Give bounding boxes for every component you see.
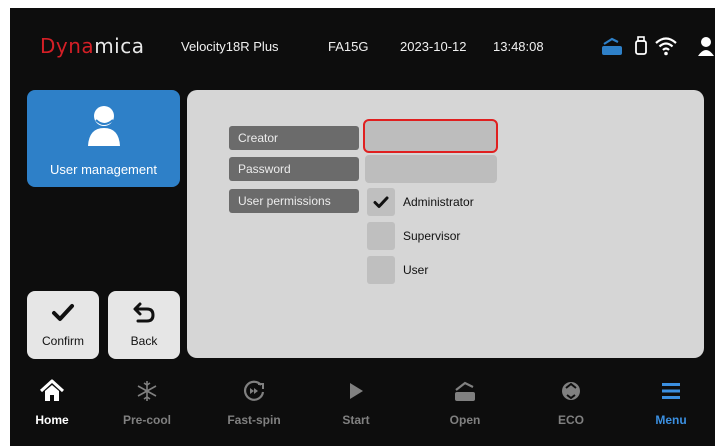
wifi-icon [655, 37, 677, 56]
nav-start-label: Start [342, 413, 370, 427]
confirm-label: Confirm [41, 334, 84, 348]
back-button[interactable]: Back [108, 291, 180, 359]
user-management-label: User management [50, 162, 157, 177]
nav-eco[interactable]: ECO [526, 378, 616, 438]
lid-open-icon [455, 381, 475, 401]
time-display: 13:48:08 [493, 39, 544, 54]
administrator-checkbox[interactable] [367, 188, 395, 216]
nav-fast-spin-label: Fast-spin [227, 413, 281, 427]
user-management-icon [88, 106, 120, 146]
nav-open[interactable]: Open [420, 378, 510, 438]
nav-eco-label: ECO [557, 413, 584, 427]
menu-icon [662, 383, 680, 399]
user-label: User [403, 263, 429, 277]
brand-logo: Dynamica [40, 34, 144, 58]
logo-text-2: na [68, 34, 95, 58]
usb-icon [635, 36, 647, 55]
eco-icon [562, 382, 580, 400]
user-icon [698, 37, 714, 56]
checkmark-icon [52, 304, 74, 321]
supervisor-checkbox[interactable] [367, 222, 395, 250]
nav-home[interactable]: Home [10, 378, 97, 438]
nav-start[interactable]: Start [311, 378, 401, 438]
administrator-label: Administrator [403, 195, 474, 209]
back-label: Back [130, 334, 158, 348]
creator-label: Creator [229, 126, 359, 150]
checkmark-icon [373, 196, 389, 208]
play-icon [350, 383, 363, 399]
nav-fast-spin[interactable]: Fast-spin [209, 378, 299, 438]
nav-pre-cool-label: Pre-cool [122, 413, 171, 427]
back-arrow-icon [133, 302, 155, 323]
home-icon [39, 379, 65, 401]
date-display: 2023-10-12 [400, 39, 467, 54]
confirm-button[interactable]: Confirm [27, 291, 99, 359]
nav-open-label: Open [449, 413, 481, 427]
creator-input[interactable] [363, 119, 498, 153]
user-management-button[interactable]: User management [27, 90, 180, 187]
lid-open-icon [602, 37, 622, 55]
device-screen: Dynamica Velocity18R Plus FA15G 2023-10-… [10, 8, 715, 446]
nav-pre-cool[interactable]: Pre-cool [102, 378, 192, 438]
supervisor-label: Supervisor [403, 229, 461, 243]
logo-text-3: mica [94, 34, 145, 58]
nav-menu-label: Menu [655, 413, 687, 427]
logo-text-1: Dy [40, 34, 69, 58]
password-input[interactable] [365, 155, 497, 183]
user-form-panel: Creator Password User permissions Admini… [187, 90, 704, 358]
rotor-name: FA15G [328, 39, 369, 54]
permissions-label: User permissions [229, 189, 359, 213]
password-label: Password [229, 157, 359, 181]
snowflake-icon [137, 381, 157, 401]
nav-menu[interactable]: Menu [626, 378, 715, 438]
nav-home-label: Home [35, 413, 69, 427]
user-checkbox[interactable] [367, 256, 395, 284]
status-bar: Dynamica Velocity18R Plus FA15G 2023-10-… [10, 8, 715, 78]
model-name: Velocity18R Plus [181, 39, 279, 54]
fast-spin-icon [243, 380, 265, 401]
